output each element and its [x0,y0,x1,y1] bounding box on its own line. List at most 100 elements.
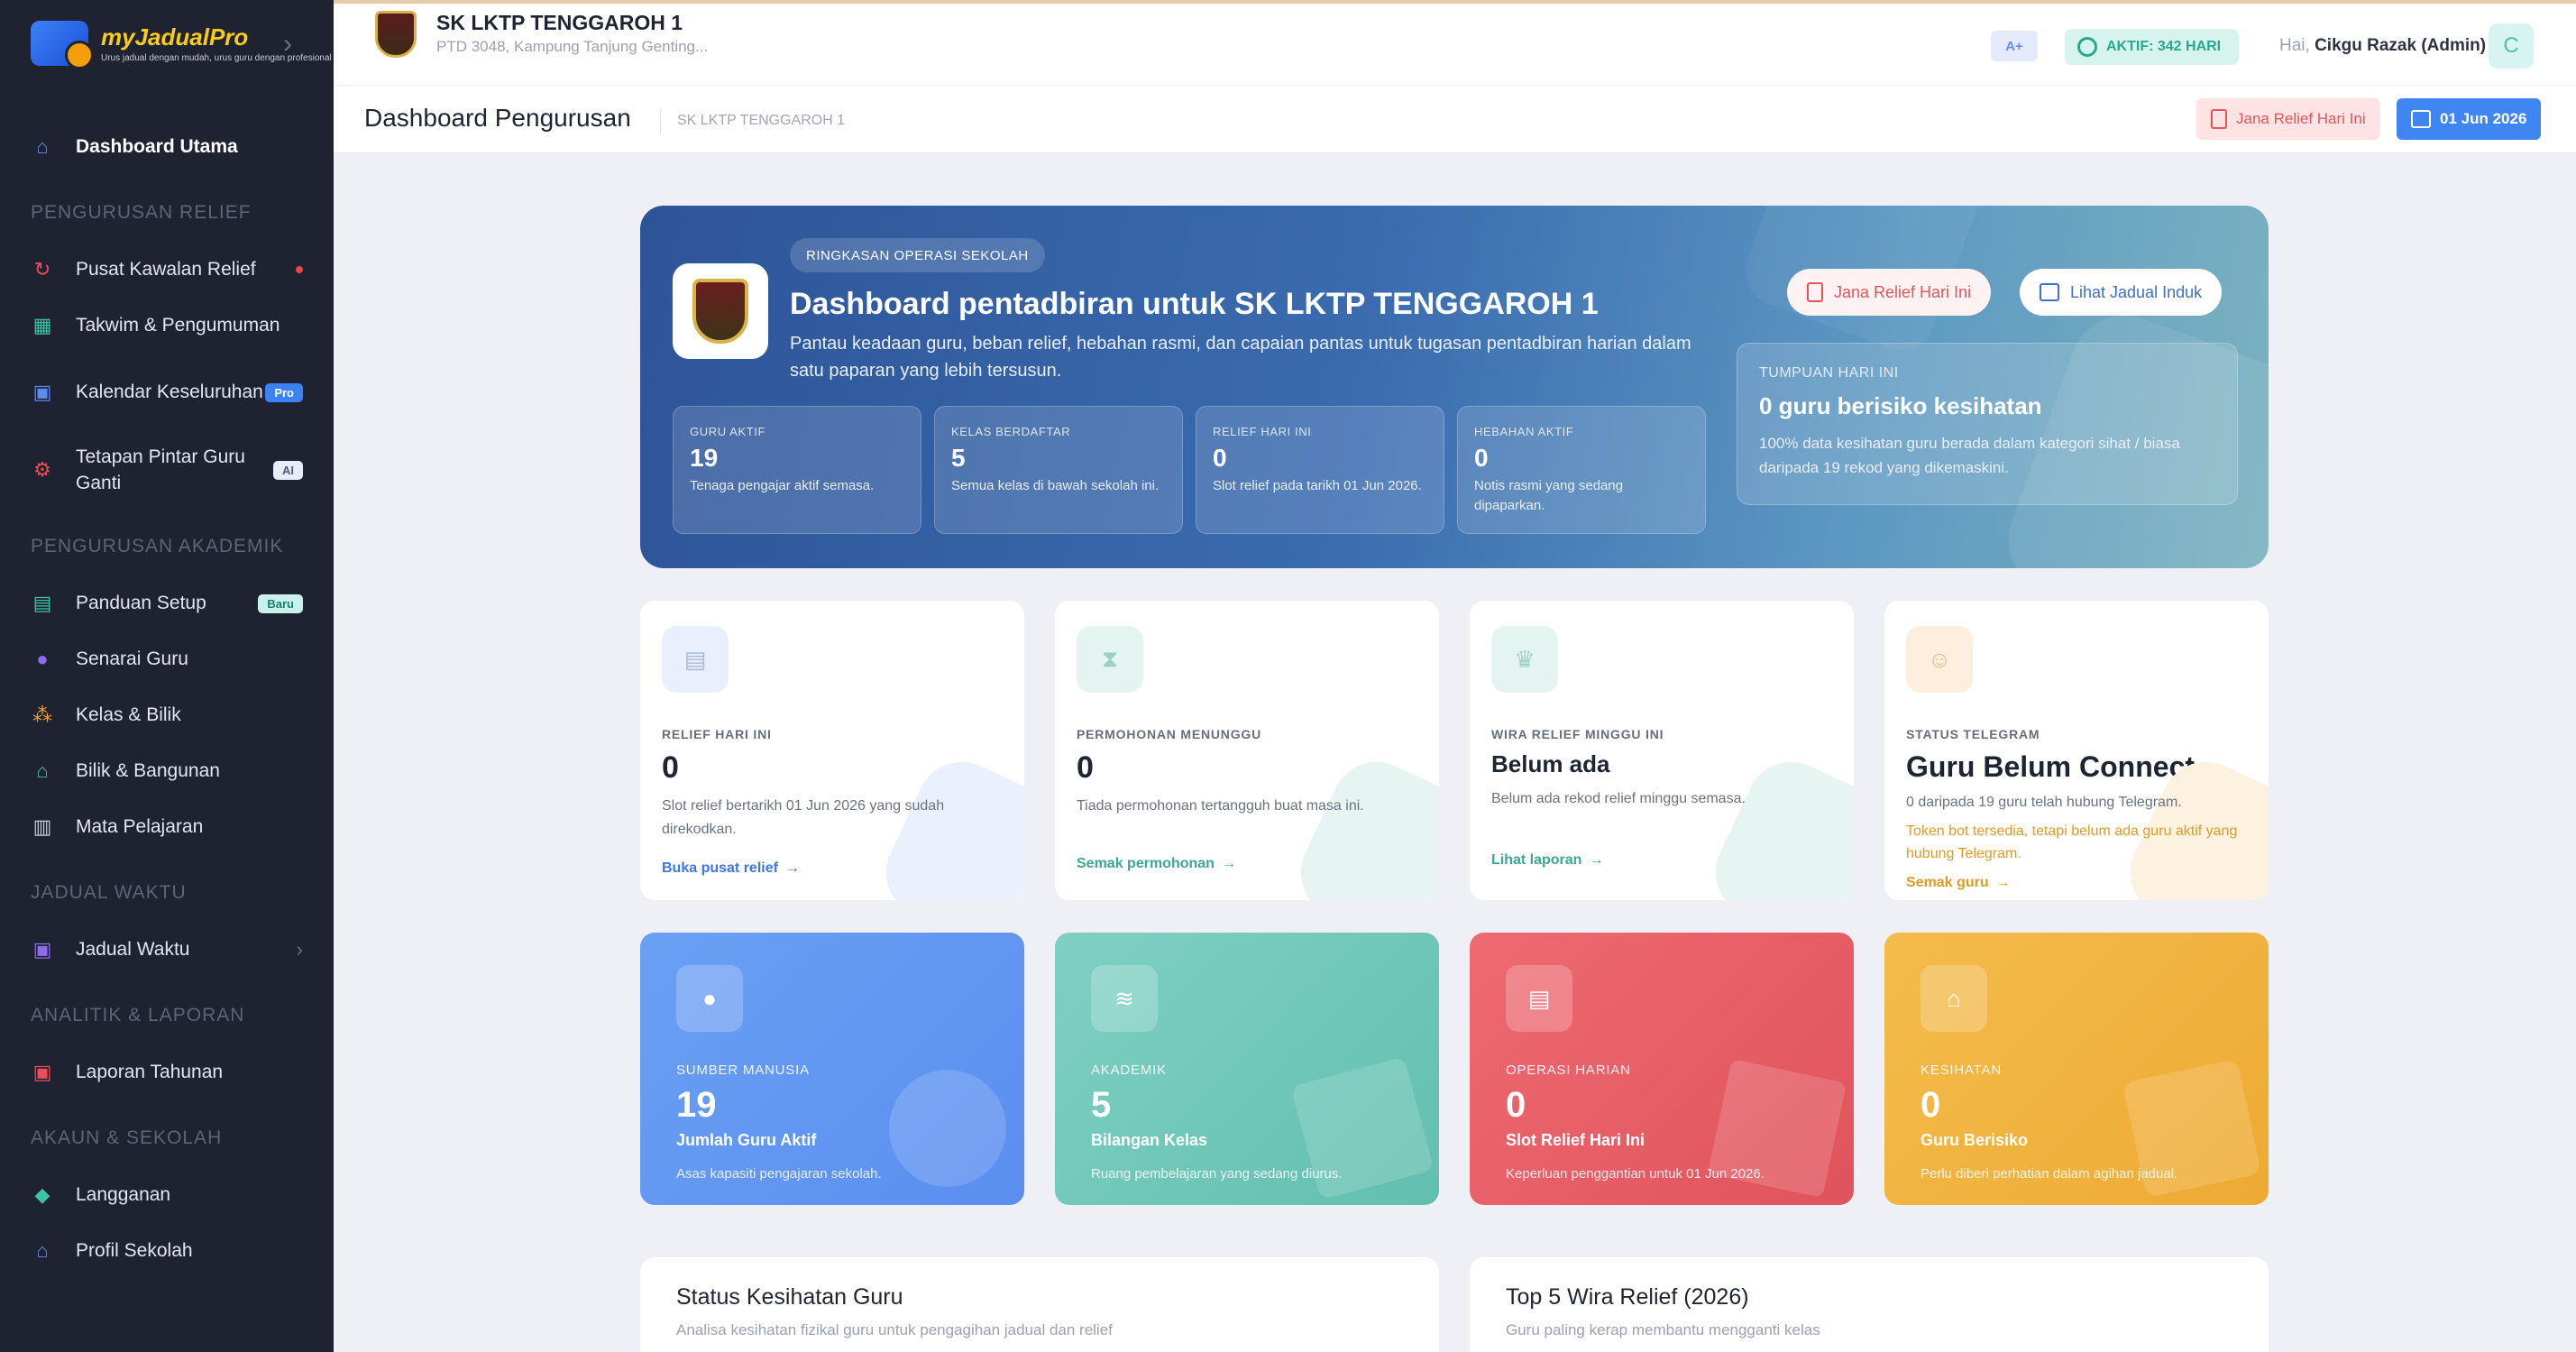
hero-lihat-jadual-button[interactable]: Lihat Jadual Induk [2020,269,2223,316]
document-icon [1807,282,1823,302]
notification-dot [296,266,303,273]
hourglass-icon: ⧗ [1077,626,1143,693]
sidebar-item-dashboard-utama[interactable]: ⌂ Dashboard Utama [0,119,334,175]
stat-label: KELAS BERDAFTAR [951,425,1071,438]
gear-icon: ⚙ [33,458,51,481]
sidebar-nav: ⌂ Dashboard Utama PENGURUSAN RELIEF ↻ Pu… [0,87,334,1279]
sidebar-item-label: Profil Sekolah [76,1240,193,1262]
buka-pusat-relief-link[interactable]: Buka pusat relief → [662,860,800,877]
sidebar-item-kelas-bilik[interactable]: ⁂ Kelas & Bilik [0,687,334,743]
active-days-badge: AKTIF: 342 HARI [2065,29,2240,65]
date-picker-button[interactable]: 01 Jun 2026 [2397,98,2542,140]
brand-name: myJadualPro [101,23,249,51]
card-status-telegram: ☺ STATUS TELEGRAM Guru Belum Connect 0 d… [1884,601,2269,900]
school-icon: ⌂ [36,1239,49,1262]
sidebar-item-bilik-bangunan[interactable]: ⌂ Bilik & Bangunan [0,743,334,799]
card-wira-relief: ♛ WIRA RELIEF MINGGU INI Belum ada Belum… [1470,601,1854,900]
person-icon: ● [676,965,743,1032]
sidebar-item-jadual-waktu[interactable]: ▣ Jadual Waktu › [0,922,334,978]
sidebar-item-label: Jadual Waktu [76,939,190,961]
metric-description: Perlu diberi perhatian dalam agihan jadu… [1921,1166,2178,1182]
font-size-button[interactable]: A+ [1991,31,2038,61]
building-icon: ⌂ [36,759,49,782]
semak-permohonan-link[interactable]: Semak permohonan → [1077,856,1236,872]
arrow-right-icon: → [784,860,800,877]
hero-jana-relief-button[interactable]: Jana Relief Hari Ini [1787,269,1992,316]
panel-title: Status Kesihatan Guru [676,1284,903,1310]
sidebar-collapse-chevron-icon[interactable]: › [283,29,292,60]
document-icon: ▤ [662,626,729,693]
sidebar-section-title: ANALITIK & LAPORAN [31,1005,245,1025]
card-label: RELIEF HARI INI [662,727,772,741]
sidebar-item-profil-sekolah[interactable]: ⌂ Profil Sekolah [0,1223,334,1279]
sidebar-item-panduan-setup[interactable]: ▤ Panduan Setup Baru [0,575,334,631]
topbar: SK LKTP TENGGAROH 1 PTD 3048, Kampung Ta… [334,0,2576,85]
card-label: WIRA RELIEF MINGGU INI [1491,727,1664,741]
stat-sub: Tenaga pengajar aktif semasa. [690,478,875,493]
jana-relief-button[interactable]: Jana Relief Hari Ini [2196,98,2380,140]
card-description: Tiada permohonan tertangguh buat masa in… [1077,798,1364,814]
calendar-grid-icon: ▦ [32,314,52,336]
chat-icon: ☺ [1906,626,1973,693]
layers-icon: ≋ [1091,965,1158,1032]
sidebar-item-label: Takwim & Pengumuman [76,315,280,336]
link-label: Buka pusat relief [662,860,778,877]
users-icon: ⁂ [32,704,52,726]
sidebar-item-pusat-kawalan-relief[interactable]: ↻ Pusat Kawalan Relief [0,242,334,298]
school-crest-icon [375,11,417,58]
button-label: Lihat Jadual Induk [2070,282,2203,301]
sidebar-section-title: PENGURUSAN AKADEMIK [31,536,284,556]
calendar-check-icon: ▣ [32,381,52,403]
hero-stat-relief-hari-ini: RELIEF HARI INI 0 Slot relief pada tarik… [1196,406,1444,534]
lihat-laporan-link[interactable]: Lihat laporan → [1491,852,1603,869]
avatar[interactable]: C [2489,23,2534,69]
sidebar-item-tetapan-pintar-guru-ganti[interactable]: ⚙ Tetapan Pintar Guru Ganti AI [0,431,334,509]
card-permohonan-menunggu: ⧗ PERMOHONAN MENUNGGU 0 Tiada permohonan… [1055,601,1439,900]
hero-stat-hebahan-aktif: HEBAHAN AKTIF 0 Notis rasmi yang sedang … [1457,406,1706,534]
brand-logo[interactable]: myJadualPro Urus jadual dengan mudah, ur… [0,0,334,87]
school-crest-icon [673,263,768,359]
sidebar-item-label: Dashboard Utama [76,136,238,158]
sidebar-item-mata-pelajaran[interactable]: ▥ Mata Pelajaran [0,799,334,855]
sidebar-item-label: Langganan [76,1184,171,1206]
sidebar-item-takwim-pengumuman[interactable]: ▦ Takwim & Pengumuman [0,298,334,354]
logo-icon [31,21,94,69]
user-greeting: Hai, Cikgu Razak (Admin) [2279,36,2486,56]
card-label: STATUS TELEGRAM [1906,727,2040,741]
focus-today-card: TUMPUAN HARI INI 0 guru berisiko kesihat… [1737,343,2238,505]
link-label: Semak guru [1906,874,1989,890]
metric-sumber-manusia: ● SUMBER MANUSIA 19 Jumlah Guru Aktif As… [640,933,1024,1205]
stat-value: 0 [1213,444,1227,472]
hero-stat-kelas-berdaftar: KELAS BERDAFTAR 5 Semua kelas di bawah s… [934,406,1183,534]
focus-title: 0 guru berisiko kesihatan [1759,392,2042,419]
page-header: Dashboard Pengurusan SK LKTP TENGGAROH 1… [334,85,2576,153]
sidebar-item-label: Senarai Guru [76,648,188,670]
user-name: Cikgu Razak (Admin) [2315,36,2487,55]
calendar-icon: ▣ [32,938,52,961]
semak-guru-link[interactable]: Semak guru → [1906,875,2011,891]
panel-subtitle: Analisa kesihatan fizikal guru untuk pen… [676,1321,1113,1338]
sidebar-section-title: AKAUN & SEKOLAH [31,1127,223,1148]
focus-label: TUMPUAN HARI INI [1759,365,1899,381]
sidebar-item-langganan[interactable]: ◆ Langganan [0,1167,334,1223]
greeting-prefix: Hai, [2279,36,2310,55]
stat-sub: Notis rasmi yang sedang dipaparkan. [1474,478,1624,513]
stat-label: RELIEF HARI INI [1213,425,1312,438]
date-label: 01 Jun 2026 [2440,110,2527,127]
sidebar-item-kalendar-keseluruhan[interactable]: ▣ Kalendar Keseluruhan Pro [0,354,334,431]
calendar-report-icon: ▣ [32,1061,52,1083]
book-open-icon: ▥ [32,815,52,838]
metric-description: Asas kapasiti pengajaran sekolah. [676,1166,882,1182]
home-icon: ⌂ [36,135,49,158]
sidebar-item-label: Mata Pelajaran [76,816,204,838]
stat-value: 19 [690,444,719,472]
stat-value: 5 [951,444,966,472]
medical-house-icon: ⌂ [1921,965,1987,1032]
card-label: PERMOHONAN MENUNGGU [1077,727,1261,741]
sidebar-item-laporan-tahunan[interactable]: ▣ Laporan Tahunan [0,1044,334,1100]
card-description: Belum ada rekod relief minggu semasa. [1491,791,1746,806]
metric-label: AKADEMIK [1091,1062,1167,1078]
sidebar: myJadualPro Urus jadual dengan mudah, ur… [0,0,334,1352]
sidebar-item-senarai-guru[interactable]: ● Senarai Guru [0,631,334,687]
stat-sub: Semua kelas di bawah sekolah ini. [951,478,1160,493]
